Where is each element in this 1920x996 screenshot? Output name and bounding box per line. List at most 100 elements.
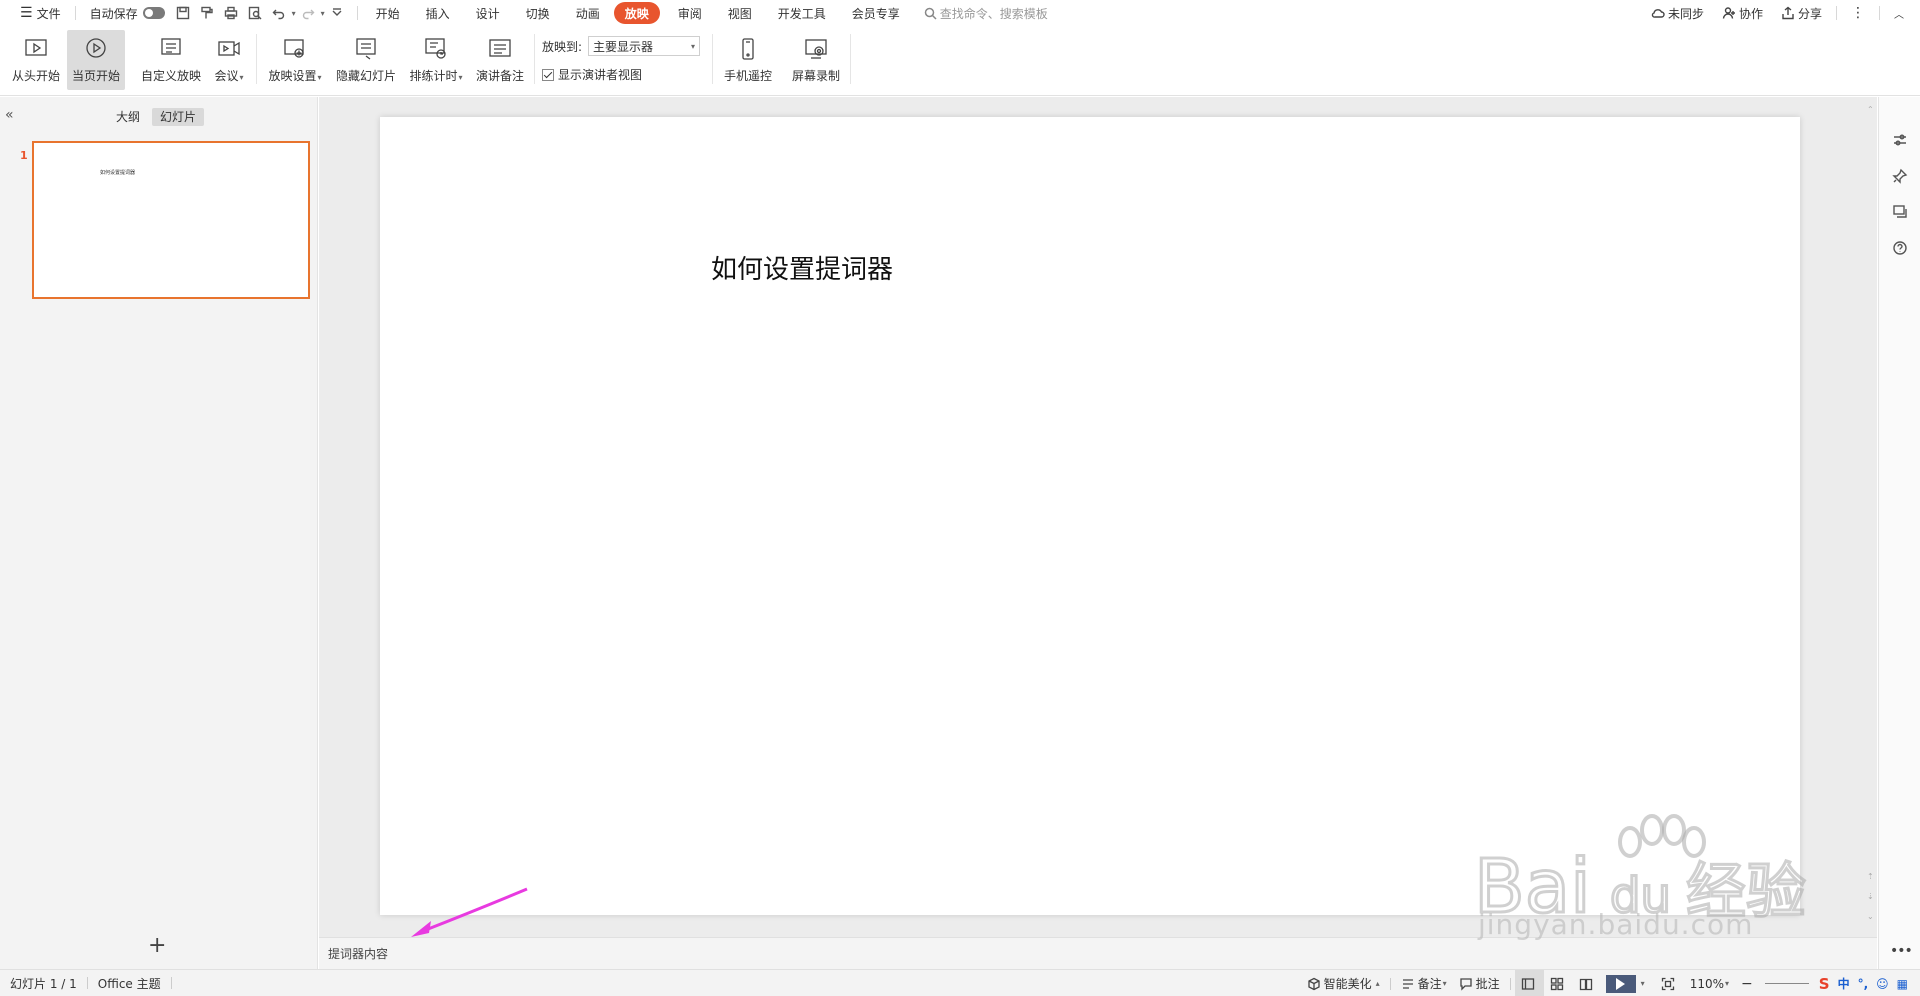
tab-slideshow[interactable]: 放映 (613, 2, 660, 24)
phone-icon (742, 38, 754, 60)
prev-slide-icon[interactable]: ⇡ (1867, 872, 1874, 881)
notes-toggle-button[interactable]: 备注 ▾ (1395, 970, 1453, 996)
format-painter-button[interactable] (195, 2, 219, 24)
undo-button[interactable] (267, 2, 291, 24)
presenter-view-checkbox[interactable]: 显示演讲者视图 (542, 66, 642, 83)
tab-label: 会员专享 (851, 6, 900, 21)
sorter-view-button[interactable] (1544, 970, 1573, 996)
meeting-button[interactable]: 会议▾ (208, 30, 250, 90)
slide-thumbnail[interactable]: 如何设置提词器 (32, 141, 310, 299)
tab-outline[interactable]: 大纲 (108, 108, 148, 126)
print-preview-button[interactable] (243, 2, 267, 24)
scroll-down-icon[interactable]: ⌄ (1867, 912, 1874, 921)
tab-home[interactable]: 开始 (370, 2, 406, 24)
comment-icon (1460, 977, 1472, 991)
tab-review[interactable]: 审阅 (672, 2, 708, 24)
collapse-panel-icon[interactable]: « (5, 107, 14, 123)
more-icon[interactable]: ••• (1890, 943, 1913, 959)
sogou-ime-icon[interactable]: S (1819, 975, 1830, 993)
autosave-label: 自动保存 (89, 6, 138, 21)
notes-lines-icon (1402, 978, 1413, 989)
fit-window-button[interactable] (1655, 970, 1684, 996)
show-to-label: 放映到: (542, 39, 583, 54)
slide-title-textbox[interactable]: 如何设置提词器 (711, 249, 893, 286)
tab-transition[interactable]: 切换 (520, 2, 556, 24)
properties-button[interactable] (1891, 131, 1909, 149)
more-menu-button[interactable]: ⋮ (1845, 2, 1871, 24)
ime-user-icon[interactable]: ☺ (1876, 977, 1889, 991)
timer-icon (425, 38, 446, 59)
from-start-button[interactable]: 从头开始 (8, 30, 64, 90)
collapse-ribbon-button[interactable]: ︿ (1888, 2, 1910, 24)
format-painter-icon (200, 6, 213, 19)
show-to-group: 放映到: 主要显示器 ▾ (542, 36, 701, 56)
annotation-arrow-icon (411, 887, 528, 937)
caret-up-icon: ▴ (1375, 979, 1380, 988)
pin-button[interactable] (1891, 167, 1909, 185)
tab-insert[interactable]: 插入 (420, 2, 456, 24)
redo-button[interactable] (296, 2, 320, 24)
grid-icon (1550, 977, 1563, 990)
file-menu[interactable]: ☰ 文件 (14, 2, 67, 24)
speaker-notes-button[interactable]: 演讲备注 (474, 30, 526, 90)
tab-member[interactable]: 会员专享 (846, 2, 906, 24)
zoom-level[interactable]: 110% ▾ (1684, 970, 1735, 996)
notes-pane[interactable]: 提词器内容 (319, 937, 1877, 969)
chevron-down-icon: ▾ (691, 41, 696, 51)
hide-slide-button[interactable]: 隐藏幻灯片 (334, 30, 398, 90)
caret-down-icon: ▾ (239, 73, 244, 82)
printer-icon (224, 6, 237, 20)
help-button[interactable] (1891, 239, 1909, 257)
sync-button[interactable]: 未同步 (1645, 2, 1710, 24)
customize-toolbar-button[interactable] (325, 2, 349, 24)
transitions-button[interactable] (1891, 203, 1909, 221)
zoom-slider[interactable] (1764, 983, 1809, 984)
zoom-out-button[interactable]: − (1735, 970, 1759, 996)
print-button[interactable] (219, 2, 243, 24)
current-slide[interactable]: 如何设置提词器 (380, 117, 1800, 915)
scroll-up-icon[interactable]: ⌃ (1867, 105, 1874, 114)
ime-punctuation-icon[interactable]: °, (1858, 977, 1869, 991)
autosave-toggle[interactable]: 自动保存 (84, 2, 171, 24)
rehearse-timing-button[interactable]: 排练计时▾ (406, 30, 466, 90)
comments-button[interactable]: 批注 (1453, 970, 1506, 996)
tab-developer[interactable]: 开发工具 (772, 2, 832, 24)
next-slide-icon[interactable]: ⇣ (1867, 892, 1874, 901)
custom-show-button[interactable]: 自定义放映 (138, 30, 204, 90)
screen-record-button[interactable]: 屏幕录制 (788, 30, 844, 90)
vertical-scrollbar[interactable]: ⌃ ⇡ ⇣ ⌄ (1862, 97, 1877, 937)
normal-view-button[interactable] (1514, 970, 1544, 996)
share-button[interactable]: 分享 (1775, 2, 1828, 24)
add-slide-button[interactable]: + (148, 935, 166, 957)
divider (850, 34, 851, 84)
play-slideshow-button[interactable] (1605, 974, 1636, 993)
collaborate-button[interactable]: 协作 (1716, 2, 1769, 24)
from-current-button[interactable]: 当页开始 (67, 30, 125, 90)
smart-beautify-button[interactable]: 智能美化 ▴ (1301, 970, 1386, 996)
tab-label: 开始 (375, 6, 400, 21)
show-settings-button[interactable]: 放映设置▾ (264, 30, 326, 90)
tab-design[interactable]: 设计 (470, 2, 506, 24)
divider (712, 34, 713, 84)
tab-animation[interactable]: 动画 (570, 2, 606, 24)
video-camera-icon (218, 41, 240, 56)
checkbox-checked-icon (542, 68, 554, 81)
ime-language[interactable]: 中 (1838, 975, 1850, 992)
tab-view[interactable]: 视图 (722, 2, 758, 24)
command-search[interactable]: 查找命令、搜索模板 (924, 5, 1048, 22)
slides-icon (1893, 205, 1907, 218)
zoom-value: 110% (1689, 976, 1724, 991)
phone-remote-button[interactable]: 手机遥控 (720, 30, 776, 90)
tab-slides[interactable]: 幻灯片 (152, 108, 205, 126)
monitor-select[interactable]: 主要显示器 ▾ (588, 36, 701, 56)
menu-bar-right: 未同步 协作 分享 ⋮ ︿ (1645, 0, 1920, 26)
caret-down-icon: ▾ (1725, 979, 1730, 988)
theme-name[interactable]: Office 主题 (92, 970, 167, 996)
reading-view-button[interactable] (1573, 970, 1602, 996)
notes-toggle-label: 备注 (1417, 977, 1442, 991)
ime-menu-icon[interactable]: ▦ (1897, 977, 1908, 991)
screen-record-icon (805, 39, 827, 59)
save-button[interactable] (171, 2, 195, 24)
tab-outline-label: 大纲 (116, 110, 141, 124)
caret-down-icon[interactable]: ▾ (1641, 979, 1645, 988)
